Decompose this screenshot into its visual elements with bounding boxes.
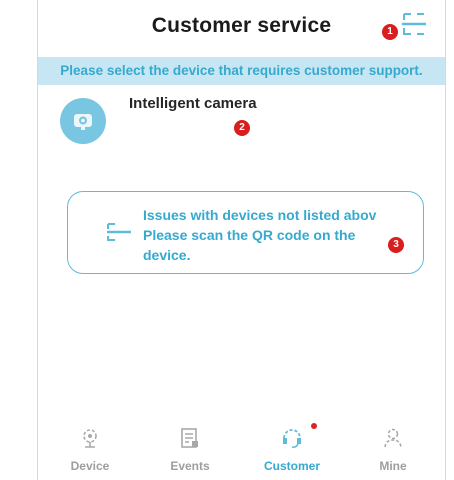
top-bar: Customer service 1	[38, 0, 445, 56]
camera-icon	[60, 98, 106, 144]
notice-banner: Please select the device that requires c…	[38, 57, 445, 85]
tab-events[interactable]: Events	[140, 420, 240, 480]
annotation-badge-1: 1	[382, 24, 398, 40]
help-text-line1: Issues with devices not listed abov	[143, 207, 377, 223]
tab-customer[interactable]: Customer	[242, 420, 342, 480]
tab-device[interactable]: Device	[40, 420, 140, 480]
unlisted-device-help-button[interactable]: Issues with devices not listed abov Plea…	[67, 191, 424, 274]
tab-label: Mine	[379, 459, 407, 473]
scan-icon[interactable]	[400, 10, 428, 38]
app-screen: Customer service 1 Please select the dev…	[37, 0, 446, 480]
bottom-tab-bar: Device Events Customer Mine	[38, 420, 445, 480]
notification-dot	[311, 423, 317, 429]
customer-icon	[283, 429, 301, 448]
annotation-badge-2: 2	[234, 120, 250, 136]
mine-icon	[384, 428, 402, 448]
tab-label: Device	[70, 459, 110, 473]
events-icon	[181, 428, 198, 448]
tab-mine[interactable]: Mine	[343, 420, 443, 480]
tab-label: Customer	[263, 459, 320, 473]
help-text-line2: Please scan the QR code on the device.	[143, 227, 356, 263]
help-text: Issues with devices not listed abov Plea…	[143, 205, 405, 265]
device-icon	[83, 429, 97, 448]
device-name: Intelligent camera	[129, 95, 257, 112]
annotation-badge-3: 3	[388, 237, 404, 253]
tab-label: Events	[170, 459, 210, 473]
scan-icon	[107, 223, 131, 241]
